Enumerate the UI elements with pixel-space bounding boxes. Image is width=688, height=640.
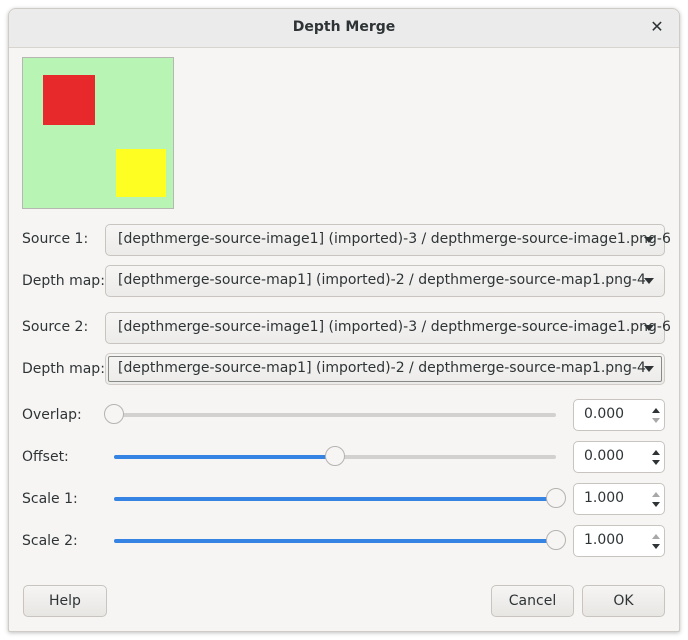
scale1-value: 1.000 (584, 490, 625, 506)
overlap-spinbutton[interactable]: 0.000 (573, 399, 665, 431)
scale1-slider-fill (114, 497, 556, 501)
titlebar: Depth Merge ✕ (9, 9, 679, 48)
depthmap2-label: Depth map: (22, 361, 105, 377)
depthmap1-value: [depthmerge-source-map1] (imported)-2 / … (118, 272, 646, 288)
help-button[interactable]: Help (23, 585, 107, 617)
overlap-slider-handle[interactable] (104, 404, 124, 424)
source1-label: Source 1: (22, 231, 89, 247)
decrement-icon[interactable] (652, 418, 660, 423)
scale1-label: Scale 1: (22, 491, 78, 507)
decrement-icon[interactable] (652, 502, 660, 507)
depthmap2-value: [depthmerge-source-map1] (imported)-2 / … (118, 360, 646, 376)
scale2-slider-handle[interactable] (546, 530, 566, 550)
source1-value: [depthmerge-source-image1] (imported)-3 … (118, 231, 671, 247)
increment-icon[interactable] (652, 450, 660, 455)
preview-red-square (43, 75, 95, 125)
increment-icon[interactable] (652, 492, 660, 497)
overlap-value: 0.000 (584, 406, 625, 422)
source2-combo[interactable]: [depthmerge-source-image1] (imported)-3 … (105, 312, 671, 344)
depthmap1-combo[interactable]: [depthmerge-source-map1] (imported)-2 / … (105, 265, 665, 297)
source2-value: [depthmerge-source-image1] (imported)-3 … (118, 319, 671, 335)
chevron-down-icon (644, 366, 654, 372)
scale2-spinbutton[interactable]: 1.000 (573, 525, 665, 557)
close-icon[interactable]: ✕ (647, 17, 667, 37)
preview-yellow-square (116, 149, 166, 197)
increment-icon[interactable] (652, 534, 660, 539)
source2-label: Source 2: (22, 319, 89, 335)
scale2-value: 1.000 (584, 532, 625, 548)
overlap-label: Overlap: (22, 407, 82, 423)
scale2-slider[interactable] (114, 530, 566, 550)
source1-combo[interactable]: [depthmerge-source-image1] (imported)-3 … (105, 224, 671, 256)
scale2-slider-fill (114, 539, 556, 543)
depthmap2-combo[interactable]: [depthmerge-source-map1] (imported)-2 / … (105, 353, 665, 385)
preview-image (22, 57, 174, 209)
offset-slider[interactable] (114, 446, 556, 466)
overlap-slider[interactable] (104, 404, 556, 424)
chevron-down-icon (644, 237, 654, 243)
offset-value: 0.000 (584, 448, 625, 464)
ok-button[interactable]: OK (582, 585, 665, 617)
offset-slider-fill (114, 455, 335, 459)
scale1-slider[interactable] (114, 488, 566, 508)
scale1-slider-handle[interactable] (546, 488, 566, 508)
cancel-button[interactable]: Cancel (491, 585, 574, 617)
scale1-spinbutton[interactable]: 1.000 (573, 483, 665, 515)
dialog-title: Depth Merge (292, 19, 396, 35)
increment-icon[interactable] (652, 408, 660, 413)
scale2-label: Scale 2: (22, 533, 78, 549)
chevron-down-icon (644, 325, 654, 331)
offset-label: Offset: (22, 449, 69, 465)
chevron-down-icon (644, 278, 654, 284)
decrement-icon[interactable] (652, 460, 660, 465)
decrement-icon[interactable] (652, 544, 660, 549)
offset-spinbutton[interactable]: 0.000 (573, 441, 665, 473)
offset-slider-handle[interactable] (325, 446, 345, 466)
depth-merge-dialog: Depth Merge ✕ Source 1: [depthmerge-sour… (8, 8, 680, 632)
depthmap1-label: Depth map: (22, 273, 105, 289)
